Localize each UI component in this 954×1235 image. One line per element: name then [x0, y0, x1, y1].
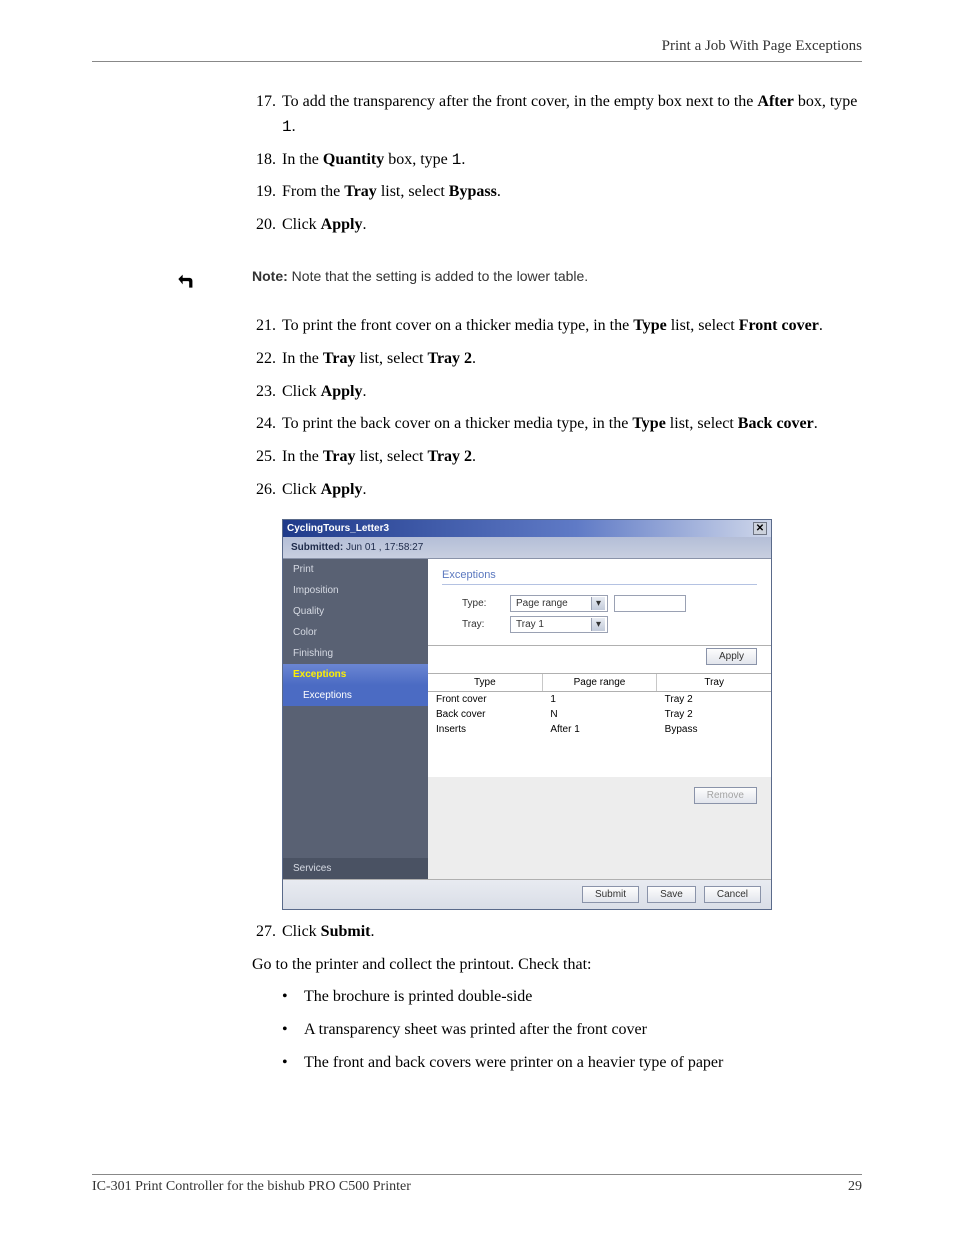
- step-25: 25. In the Tray list, select Tray 2.: [252, 445, 862, 470]
- dialog-footer: Submit Save Cancel: [283, 879, 771, 909]
- submit-button[interactable]: Submit: [582, 886, 639, 903]
- step-26: 26. Click Apply.: [252, 478, 862, 503]
- step-19: 19. From the Tray list, select Bypass.: [252, 180, 862, 205]
- step-17: 17. To add the transparency after the fr…: [252, 90, 862, 140]
- step-27: 27. Click Submit.: [252, 920, 862, 945]
- step-21: 21. To print the front cover on a thicke…: [252, 314, 862, 339]
- dialog-title: CyclingTours_Letter3: [287, 523, 389, 534]
- step-18: 18. In the Quantity box, type 1.: [252, 148, 862, 173]
- footer-page-number: 29: [848, 1179, 862, 1195]
- tray-select[interactable]: Tray 1 ▾: [510, 616, 608, 633]
- step-22: 22. In the Tray list, select Tray 2.: [252, 347, 862, 372]
- hand-pointer-icon: [174, 266, 200, 292]
- step-24: 24. To print the back cover on a thicker…: [252, 412, 862, 437]
- sidebar-item-exceptions[interactable]: Exceptions: [283, 664, 428, 685]
- tray-label: Tray:: [462, 619, 510, 630]
- sidebar-item-print[interactable]: Print: [283, 559, 428, 580]
- list-item: •The brochure is printed double-side: [282, 985, 862, 1010]
- sidebar-item-imposition[interactable]: Imposition: [283, 580, 428, 601]
- sidebar-item-finishing[interactable]: Finishing: [283, 643, 428, 664]
- sidebar-item-quality[interactable]: Quality: [283, 601, 428, 622]
- table-row[interactable]: Front cover1Tray 2: [428, 692, 771, 707]
- cancel-button[interactable]: Cancel: [704, 886, 761, 903]
- type-label: Type:: [462, 598, 510, 609]
- footer-left: IC-301 Print Controller for the bishub P…: [92, 1179, 411, 1195]
- close-button[interactable]: ✕: [753, 522, 767, 535]
- table-row[interactable]: InsertsAfter 1Bypass: [428, 722, 771, 737]
- step-20: 20. Click Apply.: [252, 213, 862, 238]
- page-footer: IC-301 Print Controller for the bishub P…: [92, 1174, 862, 1195]
- table-body: Front cover1Tray 2 Back coverNTray 2 Ins…: [428, 692, 771, 777]
- sidebar-item-color[interactable]: Color: [283, 622, 428, 643]
- note-block: Note: Note that the setting is added to …: [92, 266, 862, 292]
- embedded-screenshot: CyclingTours_Letter3 ✕ Submitted: Jun 01…: [282, 519, 772, 910]
- save-button[interactable]: Save: [647, 886, 696, 903]
- type-select[interactable]: Page range ▾: [510, 595, 608, 612]
- steps-list-b: 21. To print the front cover on a thicke…: [252, 314, 862, 503]
- dialog-submitted-bar: Submitted: Jun 01 , 17:58:27: [283, 537, 771, 559]
- table-row[interactable]: Back coverNTray 2: [428, 707, 771, 722]
- dialog-titlebar[interactable]: CyclingTours_Letter3 ✕: [283, 520, 771, 537]
- list-item: •The front and back covers were printer …: [282, 1051, 862, 1076]
- after-steps-text: Go to the printer and collect the printo…: [252, 953, 862, 978]
- chevron-down-icon: ▾: [591, 597, 605, 610]
- sidebar-subitem-exceptions[interactable]: Exceptions: [283, 685, 428, 706]
- remove-button[interactable]: Remove: [694, 787, 757, 804]
- apply-button[interactable]: Apply: [706, 648, 757, 665]
- table-header: Type Page range Tray: [428, 673, 771, 692]
- page-range-input[interactable]: [614, 595, 686, 612]
- page-header: Print a Job With Page Exceptions: [92, 38, 862, 62]
- sidebar: Print Imposition Quality Color Finishing…: [283, 559, 428, 879]
- list-item: •A transparency sheet was printed after …: [282, 1018, 862, 1043]
- step-23: 23. Click Apply.: [252, 380, 862, 405]
- chevron-down-icon: ▾: [591, 618, 605, 631]
- sidebar-item-services[interactable]: Services: [283, 858, 428, 879]
- section-title: Exceptions: [442, 569, 757, 585]
- check-list: •The brochure is printed double-side •A …: [282, 985, 862, 1075]
- steps-list-a: 17. To add the transparency after the fr…: [252, 90, 862, 238]
